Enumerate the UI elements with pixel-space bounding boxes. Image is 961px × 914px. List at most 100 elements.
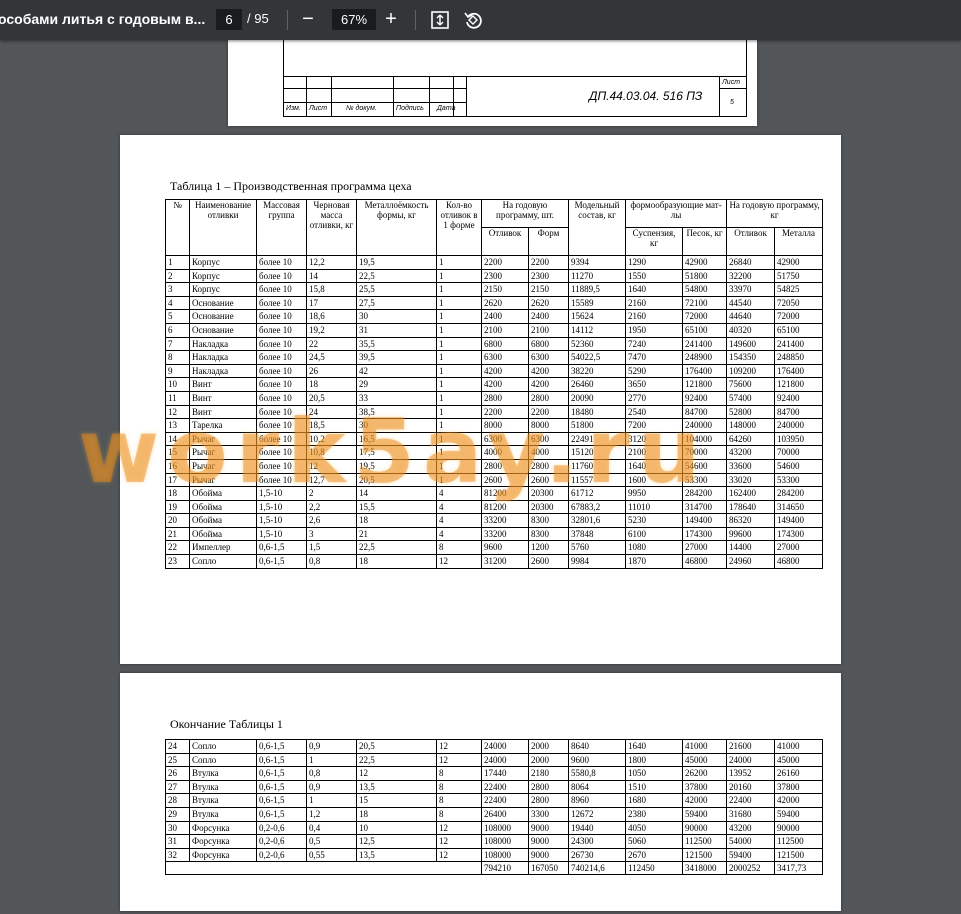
table-cell: 24,5 bbox=[306, 350, 357, 365]
table-cell: 12672 bbox=[568, 806, 626, 822]
table-cell: Обойма bbox=[189, 526, 257, 542]
table-cell: 4200 bbox=[481, 377, 529, 392]
fit-to-page-icon[interactable] bbox=[429, 9, 451, 31]
table-cell: 4200 bbox=[527, 363, 570, 379]
table-cell: 42 bbox=[356, 363, 437, 379]
rotate-icon[interactable] bbox=[462, 9, 484, 31]
table-cell: 84700 bbox=[774, 404, 824, 420]
table-cell: 154350 bbox=[726, 350, 776, 365]
table-cell: 99600 bbox=[726, 526, 776, 542]
table-cell: 15120 bbox=[568, 445, 627, 460]
table-cell: 15 bbox=[356, 793, 437, 808]
table-cell: 1200 bbox=[527, 540, 570, 556]
totals-row: 794210 167050 740214,6 112450 3418000 2000252… bbox=[165, 861, 823, 876]
table-cell: 28 bbox=[165, 793, 190, 808]
table-cell: 13,5 bbox=[356, 847, 437, 863]
table-cell: 2200 bbox=[481, 404, 529, 420]
table-cell: более 10 bbox=[256, 350, 307, 365]
table-cell: 0,9 bbox=[306, 739, 357, 754]
table-row: 7 Накладка более 10 22 35,5 1 6800 6800 52360 724… bbox=[165, 336, 824, 352]
table-cell: 3 bbox=[306, 526, 357, 542]
table-cell: 61712 bbox=[568, 486, 627, 501]
table-cell: более 10 bbox=[256, 295, 307, 311]
stamp-list-label: Лист bbox=[722, 79, 741, 86]
table-cell: 38,5 bbox=[356, 404, 437, 420]
table-cell: 9984 bbox=[568, 554, 627, 569]
table-cell: 2800 bbox=[481, 390, 529, 406]
total-cell: 2000252 bbox=[726, 861, 775, 876]
table-cell: 46800 bbox=[682, 554, 728, 569]
table-cell: 40320 bbox=[726, 322, 776, 338]
table-cell: 5760 bbox=[568, 540, 627, 556]
table-cell: 8640 bbox=[568, 739, 626, 754]
header-num: № bbox=[165, 199, 190, 256]
header-mass-group: Массовая группа bbox=[256, 199, 307, 256]
table-cell: 20,5 bbox=[356, 739, 437, 754]
header-kg-metal: Металла bbox=[774, 227, 824, 256]
zoom-out-button[interactable]: − bbox=[297, 8, 319, 30]
table-cell: 21 bbox=[165, 526, 190, 542]
table-cell: Тарелка bbox=[189, 418, 257, 433]
table-cell: 108000 bbox=[481, 847, 529, 863]
table-cell: 53300 bbox=[774, 472, 824, 488]
table-cell: Рычаг bbox=[189, 445, 257, 460]
table-cell: Форсунка bbox=[189, 820, 257, 836]
table-cell: 121800 bbox=[774, 377, 824, 392]
page-number-input[interactable]: 6 bbox=[216, 9, 242, 30]
table-cell: 12,7 bbox=[306, 472, 357, 488]
table-cell: 20160 bbox=[726, 779, 775, 795]
table-cell: 1800 bbox=[625, 752, 683, 768]
stamp-data: Дата bbox=[437, 105, 456, 112]
table-cell: 176400 bbox=[774, 363, 824, 379]
table-cell: 33600 bbox=[726, 458, 776, 474]
table-cell: 11557 bbox=[568, 472, 627, 488]
stamp-list: Лист bbox=[309, 105, 328, 112]
table-cell: 43200 bbox=[726, 445, 776, 460]
table-cell: 30 bbox=[356, 309, 437, 324]
table-cell: 46800 bbox=[774, 554, 824, 569]
table-cell: 284200 bbox=[774, 486, 824, 501]
zoom-level-input[interactable]: 67% bbox=[332, 9, 376, 30]
table-cell: 2,6 bbox=[306, 513, 357, 528]
table-row: 32 Форсунка 0,2-0,6 0,55 13,5 12 108000 9000 267… bbox=[165, 847, 823, 863]
table-cell: 2600 bbox=[481, 472, 529, 488]
table-cell: 45000 bbox=[682, 752, 727, 768]
table-cell: 8000 bbox=[527, 418, 570, 433]
table-row: 13 Тарелка более 10 18,5 30 1 8000 8000 51800 720… bbox=[165, 418, 824, 433]
zoom-in-button[interactable]: + bbox=[380, 8, 402, 30]
table-cell: 24000 bbox=[481, 739, 529, 754]
table-row: 25 Сопло 0,6-1,5 1 22,5 12 24000 2000 9600 1800 45… bbox=[165, 752, 823, 768]
table-cell: 22400 bbox=[481, 793, 529, 808]
table-cell: более 10 bbox=[256, 309, 307, 324]
table-cell: 6 bbox=[165, 322, 190, 338]
table-cell: 6100 bbox=[625, 526, 684, 542]
table-cell: 174300 bbox=[774, 526, 824, 542]
table-cell: 5230 bbox=[625, 513, 684, 528]
table-cell: 4 bbox=[436, 499, 482, 515]
production-program-table: № Наименование отливки Массовая группа Ч… bbox=[165, 199, 824, 569]
table-cell: 0,8 bbox=[306, 766, 357, 781]
table-cell: 2 bbox=[306, 486, 357, 501]
document-code: ДП.44.03.04. 516 ПЗ bbox=[589, 89, 703, 103]
table-cell: 2200 bbox=[481, 255, 529, 270]
table-cell: 8 bbox=[436, 540, 482, 556]
table-cell: 15,5 bbox=[356, 499, 437, 515]
table-cell: 2160 bbox=[625, 309, 684, 324]
table-cell: 5580,8 bbox=[568, 766, 626, 781]
table-cell: 0,2-0,6 bbox=[256, 820, 307, 836]
table-cell: Накладка bbox=[189, 350, 257, 365]
table-row: 17 Рычаг более 10 12,7 20,5 1 2600 2600 11557 160… bbox=[165, 472, 824, 488]
totals-blank-cell bbox=[165, 861, 482, 876]
table-cell: 37800 bbox=[682, 779, 727, 795]
table-cell: 2800 bbox=[527, 458, 570, 474]
table-cell: более 10 bbox=[256, 458, 307, 474]
table-cell: 2300 bbox=[527, 268, 570, 284]
table-cell: 35,5 bbox=[356, 336, 437, 352]
table-cell: 22400 bbox=[726, 793, 775, 808]
table-cell: Накладка bbox=[189, 336, 257, 352]
table-cell: 22,5 bbox=[356, 752, 437, 768]
header-sand: Песок, кг bbox=[682, 227, 728, 256]
table-cell: Корпус bbox=[189, 268, 257, 284]
header-annual-pcs: На годовую программу, шт. bbox=[480, 199, 570, 228]
table-cell: 17 bbox=[165, 472, 190, 488]
